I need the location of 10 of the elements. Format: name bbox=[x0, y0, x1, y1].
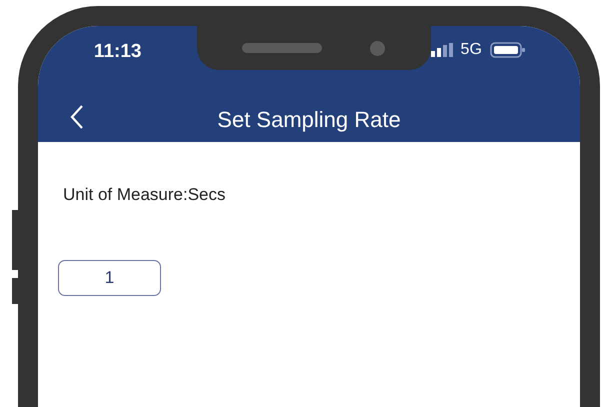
signal-icon bbox=[430, 43, 453, 57]
battery-icon bbox=[490, 42, 526, 58]
camera-icon bbox=[370, 40, 386, 56]
network-label: 5G bbox=[460, 40, 482, 60]
speaker-icon bbox=[242, 43, 322, 53]
unit-label: Unit of Measure:Secs bbox=[63, 184, 227, 206]
rate-input-field[interactable]: 1 bbox=[58, 260, 161, 296]
chevron-left-icon bbox=[70, 104, 84, 130]
status-time: 11:13 bbox=[92, 40, 142, 64]
screen-title: Set Sampling Rate bbox=[217, 106, 401, 134]
